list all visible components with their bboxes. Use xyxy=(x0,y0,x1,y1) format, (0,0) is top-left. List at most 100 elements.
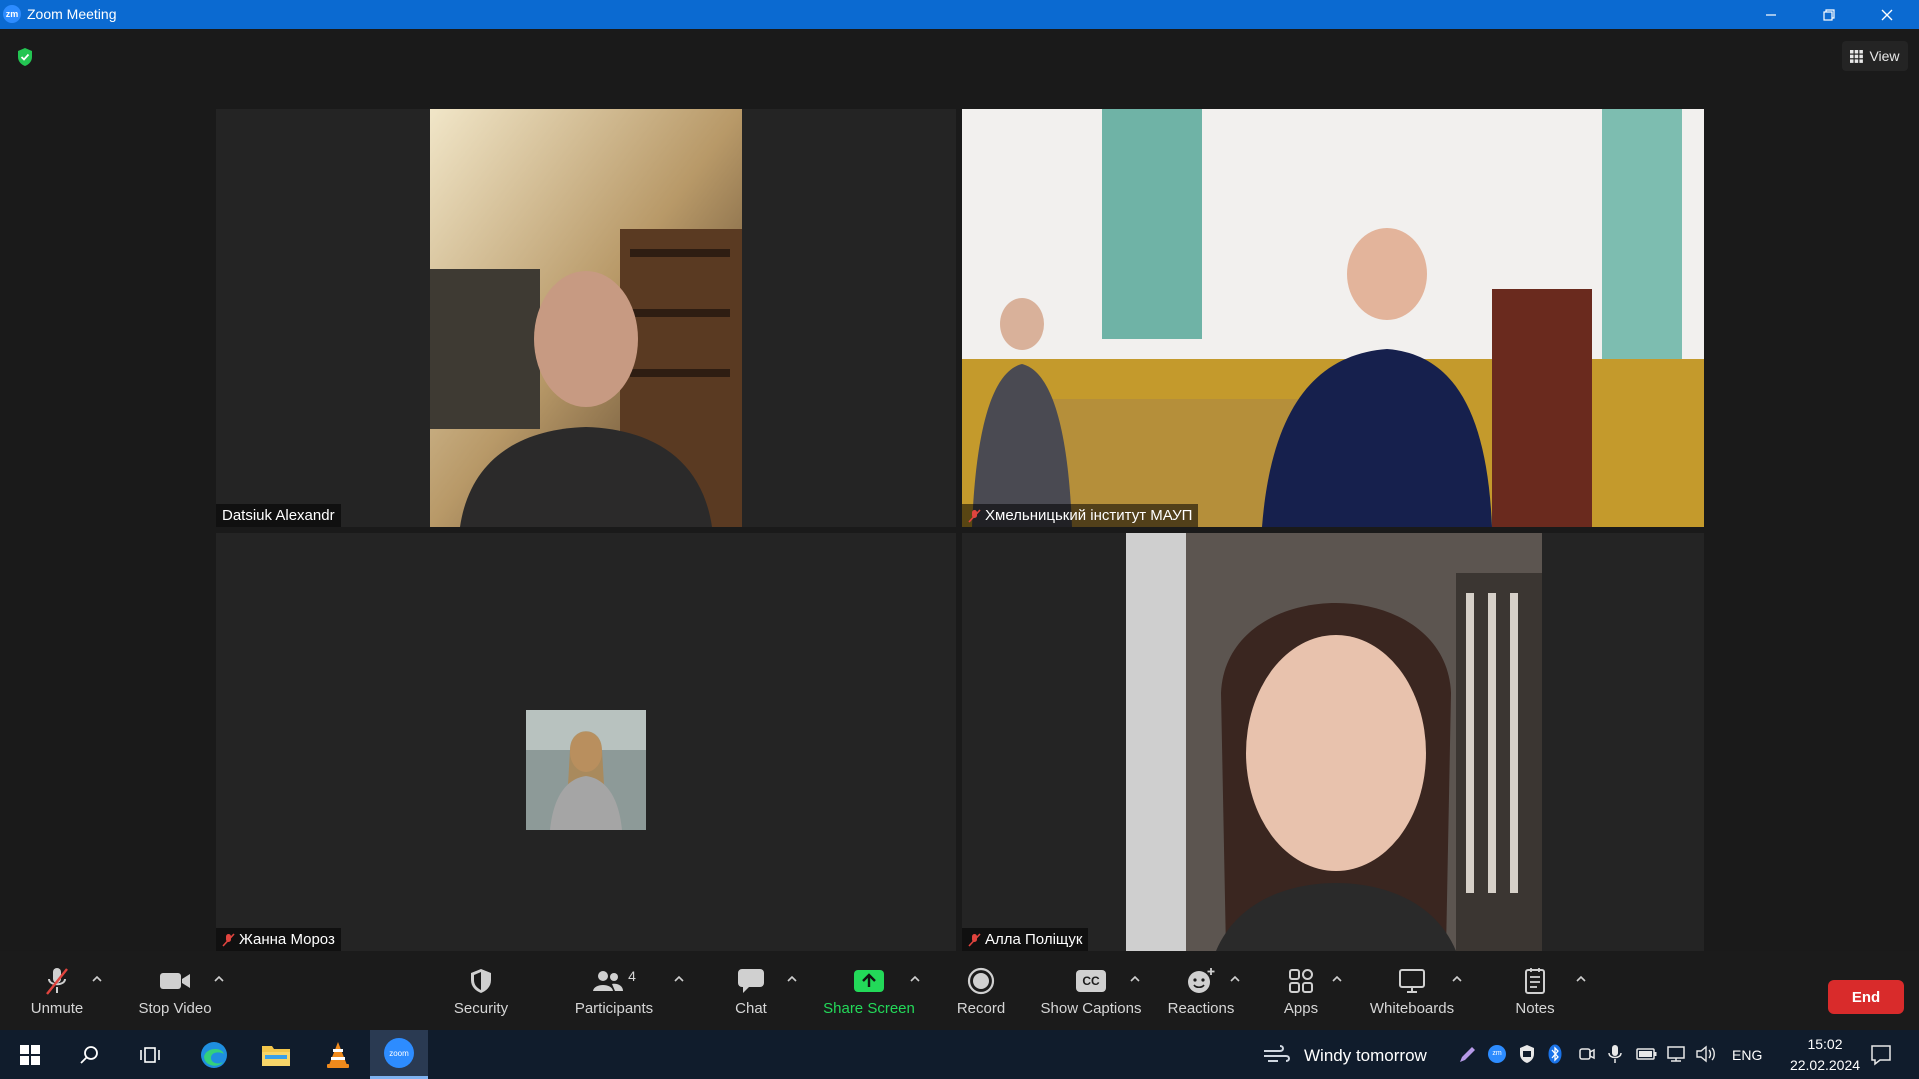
end-meeting-button[interactable]: End xyxy=(1828,980,1904,1014)
participant-video xyxy=(1126,533,1542,951)
record-icon xyxy=(967,967,995,995)
mic-muted-icon xyxy=(46,968,68,995)
encryption-shield-icon[interactable] xyxy=(16,47,34,67)
chat-bubble-icon xyxy=(738,969,764,993)
unmute-button[interactable]: Unmute xyxy=(16,951,98,1030)
view-label: View xyxy=(1869,48,1900,64)
zoom-app-button[interactable]: zoom xyxy=(370,1030,428,1079)
volume-icon[interactable] xyxy=(1696,1045,1716,1063)
stop-video-button[interactable]: Stop Video xyxy=(128,951,222,1030)
clock-date[interactable]: 22.02.2024 xyxy=(1780,1057,1870,1073)
video-options-chevron-up-icon[interactable] xyxy=(212,973,226,985)
defender-shield-icon[interactable] xyxy=(1518,1044,1536,1064)
battery-icon[interactable] xyxy=(1636,1046,1658,1062)
edge-app-button[interactable] xyxy=(192,1030,236,1079)
view-button[interactable]: View xyxy=(1842,41,1908,71)
weather-text[interactable]: Windy tomorrow xyxy=(1304,1046,1427,1066)
zoom-app-icon: zoom xyxy=(384,1038,414,1068)
window-title: Zoom Meeting xyxy=(27,6,117,22)
video-tile-institute[interactable]: Хмельницький інститут МАУП xyxy=(962,109,1704,527)
participants-button[interactable]: 4 Participants xyxy=(564,951,664,1030)
notes-icon xyxy=(1525,968,1545,994)
restore-button[interactable] xyxy=(1800,0,1858,29)
zoom-tray-icon[interactable]: zm xyxy=(1488,1045,1506,1063)
whiteboards-options-chevron-up-icon[interactable] xyxy=(1450,973,1464,985)
captions-options-chevron-up-icon[interactable] xyxy=(1128,973,1142,985)
video-tile-datsiuk[interactable]: Datsiuk Alexandr xyxy=(216,109,956,527)
participants-count: 4 xyxy=(628,968,636,984)
file-explorer-button[interactable] xyxy=(254,1030,298,1079)
stop-video-label: Stop Video xyxy=(138,1000,212,1017)
mic-muted-icon xyxy=(968,932,981,947)
reactions-label: Reactions xyxy=(1167,1000,1235,1017)
meeting-toolbar: Unmute Stop Video Security 4 Participant… xyxy=(0,951,1919,1030)
minimize-icon xyxy=(1766,13,1776,16)
close-icon xyxy=(1881,9,1893,20)
title-bar: zm Zoom Meeting xyxy=(0,0,1919,29)
search-button[interactable] xyxy=(70,1030,110,1079)
input-language[interactable]: ENG xyxy=(1732,1047,1762,1063)
participants-options-chevron-up-icon[interactable] xyxy=(672,973,686,985)
meet-now-icon[interactable] xyxy=(1578,1045,1596,1063)
whiteboards-button[interactable]: Whiteboards xyxy=(1362,951,1462,1030)
mic-muted-icon xyxy=(222,932,235,947)
whiteboards-label: Whiteboards xyxy=(1369,1000,1455,1017)
restore-icon xyxy=(1823,8,1835,21)
show-captions-button[interactable]: CC Show Captions xyxy=(1036,951,1146,1030)
vlc-cone-icon xyxy=(327,1041,349,1068)
notification-center-icon[interactable] xyxy=(1870,1044,1892,1066)
notes-button[interactable]: Notes xyxy=(1494,951,1576,1030)
participant-name-tag: Хмельницький інститут МАУП xyxy=(962,504,1199,527)
search-icon xyxy=(80,1045,98,1064)
vlc-player-button[interactable] xyxy=(316,1030,360,1079)
close-button[interactable] xyxy=(1858,0,1916,29)
apps-options-chevron-up-icon[interactable] xyxy=(1330,973,1344,985)
minimize-button[interactable] xyxy=(1742,0,1800,29)
chat-label: Chat xyxy=(735,1000,767,1017)
windows-logo-icon xyxy=(20,1044,40,1065)
meeting-stage: View Datsiuk Alexandr Хмельницький інсти… xyxy=(0,29,1919,951)
video-tile-polishchuk[interactable]: Алла Поліщук xyxy=(962,533,1704,951)
clock-time[interactable]: 15:02 xyxy=(1795,1036,1855,1052)
security-button[interactable]: Security xyxy=(440,951,522,1030)
task-view-icon xyxy=(140,1046,160,1063)
participants-icon xyxy=(593,971,624,991)
windows-taskbar: zoom Windy tomorrow zm ENG 15:02 22.02.2… xyxy=(0,1030,1919,1079)
notes-options-chevron-up-icon[interactable] xyxy=(1574,973,1588,985)
participant-avatar xyxy=(526,710,646,830)
reactions-button[interactable]: Reactions xyxy=(1160,951,1242,1030)
participants-label: Participants xyxy=(574,1000,654,1017)
folder-icon xyxy=(262,1045,290,1066)
unmute-label: Unmute xyxy=(30,1000,84,1017)
share-screen-button[interactable]: Share Screen xyxy=(818,951,920,1030)
grid-view-icon xyxy=(1850,49,1864,63)
security-label: Security xyxy=(453,1000,509,1017)
zoom-logo-icon: zm xyxy=(3,5,21,23)
microphone-tray-icon[interactable] xyxy=(1608,1044,1622,1064)
apps-button[interactable]: Apps xyxy=(1260,951,1342,1030)
notes-label: Notes xyxy=(1515,1000,1555,1017)
record-label: Record xyxy=(956,1000,1006,1017)
participant-name: Жанна Мороз xyxy=(239,931,335,948)
network-icon[interactable] xyxy=(1666,1045,1688,1063)
reactions-options-chevron-up-icon[interactable] xyxy=(1228,973,1242,985)
chat-options-chevron-up-icon[interactable] xyxy=(785,973,799,985)
closed-captions-icon: CC xyxy=(1076,970,1106,992)
participant-video xyxy=(962,109,1704,527)
bluetooth-icon[interactable] xyxy=(1548,1044,1562,1064)
start-button[interactable] xyxy=(10,1030,50,1079)
share-options-chevron-up-icon[interactable] xyxy=(908,973,922,985)
wind-weather-icon[interactable] xyxy=(1262,1044,1292,1066)
share-screen-label: Share Screen xyxy=(823,1000,915,1017)
participant-name: Алла Поліщук xyxy=(985,931,1083,948)
participant-name: Datsiuk Alexandr xyxy=(222,507,335,524)
audio-options-chevron-up-icon[interactable] xyxy=(90,973,104,985)
task-view-button[interactable] xyxy=(130,1030,170,1079)
pen-icon[interactable] xyxy=(1458,1046,1476,1064)
chat-button[interactable]: Chat xyxy=(710,951,792,1030)
video-camera-icon xyxy=(160,973,190,989)
participant-name: Хмельницький інститут МАУП xyxy=(985,507,1193,524)
record-button[interactable]: Record xyxy=(940,951,1022,1030)
video-tile-moroz[interactable]: Жанна Мороз xyxy=(216,533,956,951)
edge-browser-icon xyxy=(201,1041,227,1068)
